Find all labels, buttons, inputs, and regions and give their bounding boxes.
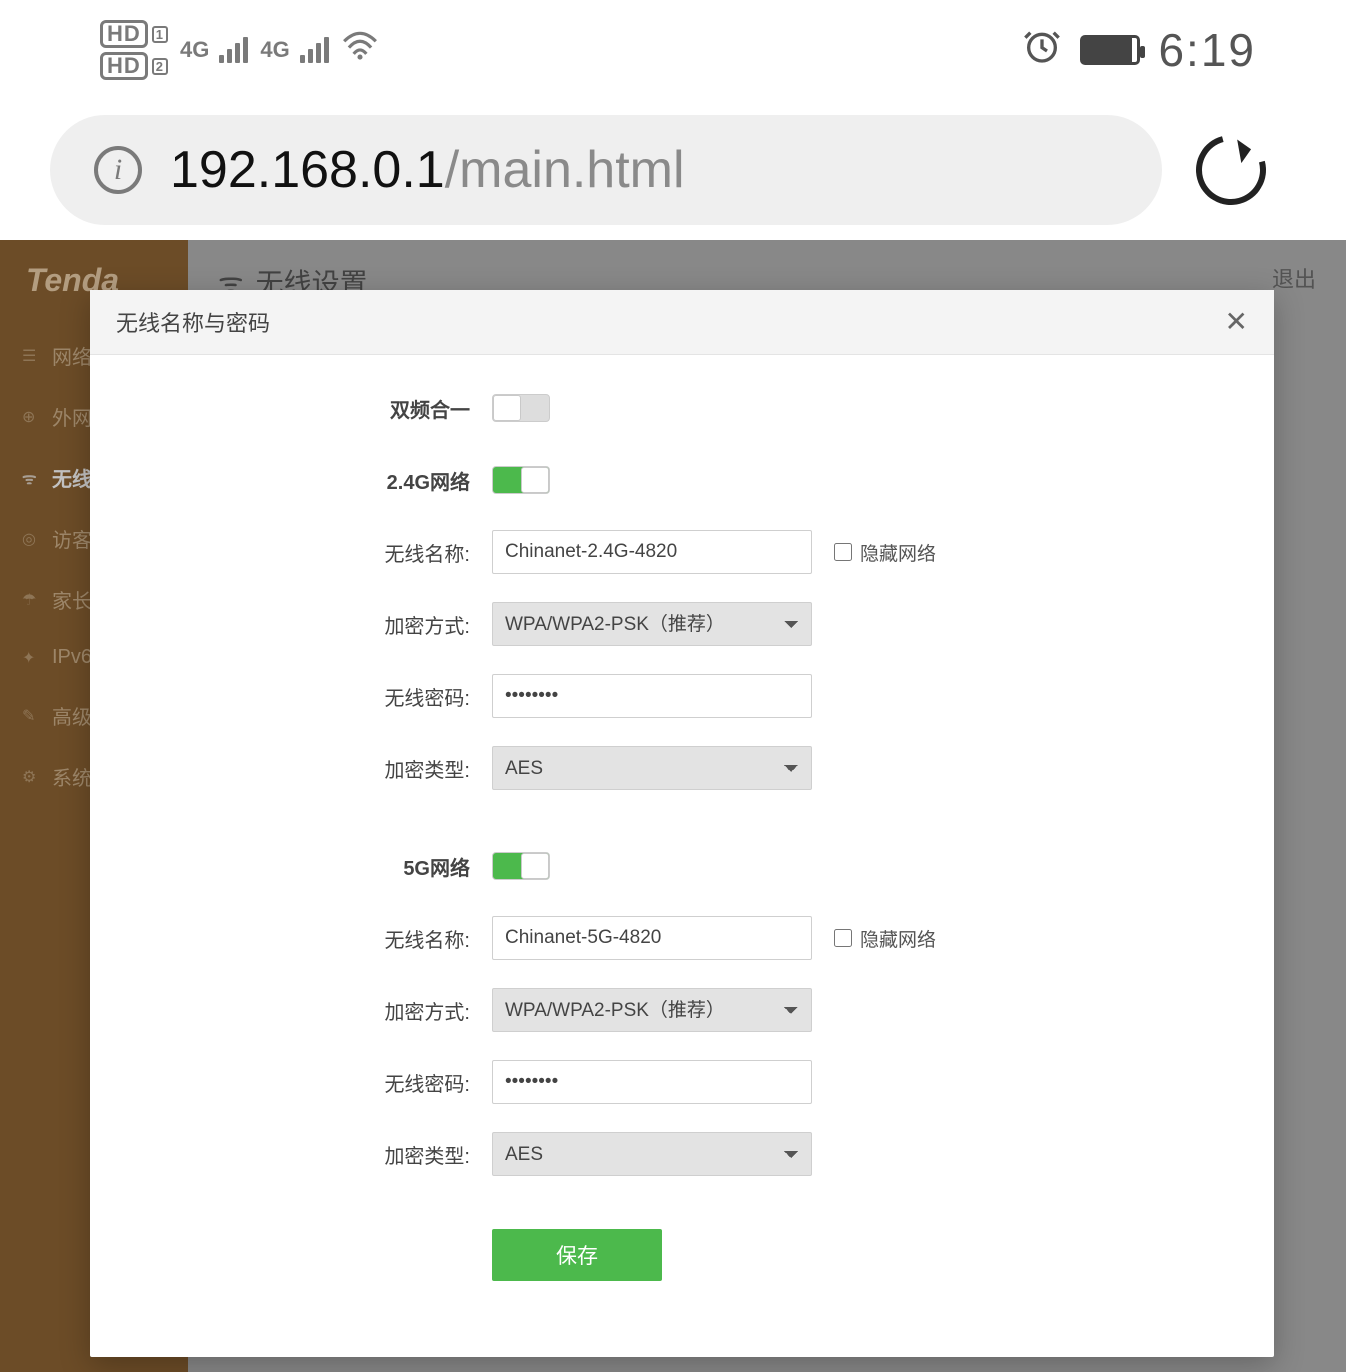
hide24-checkbox[interactable]: 隐藏网络 [834,539,936,566]
address-bar[interactable]: i 192.168.0.1/main.html [50,115,1162,225]
hd2-indicator: HD2 [100,52,168,80]
dualband-label: 双频合一 [130,394,470,423]
net24-toggle[interactable] [492,466,550,494]
hide24-checkbox-input[interactable] [834,543,852,561]
wireless-settings-modal: 无线名称与密码 ✕ 双频合一 2.4G网络 无线名称: 隐藏网络 [90,290,1274,1357]
modal-title: 无线名称与密码 [116,306,270,338]
net24-label: 2.4G网络 [130,466,470,495]
browser-address-row: i 192.168.0.1/main.html [0,100,1346,240]
password5-input[interactable] [492,1060,812,1104]
password24-label: 无线密码: [130,682,470,711]
modal-close-button[interactable]: ✕ [1225,308,1248,336]
dualband-toggle[interactable] [492,394,550,422]
enctype5-label: 加密类型: [130,1140,470,1169]
enctype24-label: 加密类型: [130,754,470,783]
enctype5-select[interactable]: AES [492,1132,812,1176]
net5-toggle[interactable] [492,852,550,880]
phone-status-bar: HD1 HD2 4G 4G [0,0,1346,100]
wifi-icon [341,31,379,69]
signal-1: 4G [180,37,248,63]
enctype24-select[interactable]: AES [492,746,812,790]
encmode24-select[interactable]: WPA/WPA2-PSK（推荐） [492,602,812,646]
site-info-icon[interactable]: i [94,146,142,194]
encmode5-select[interactable]: WPA/WPA2-PSK（推荐） [492,988,812,1032]
ssid5-label: 无线名称: [130,924,470,953]
status-clock: 6:19 [1158,23,1256,77]
password24-input[interactable] [492,674,812,718]
password5-label: 无线密码: [130,1068,470,1097]
hd1-indicator: HD1 [100,20,168,48]
hide5-checkbox-input[interactable] [834,929,852,947]
ssid24-label: 无线名称: [130,538,470,567]
battery-icon [1080,35,1140,65]
net5-label: 5G网络 [130,852,470,881]
alarm-icon [1022,26,1062,74]
hide5-checkbox[interactable]: 隐藏网络 [834,925,936,952]
encmode24-label: 加密方式: [130,610,470,639]
ssid5-input[interactable] [492,916,812,960]
reload-button[interactable] [1183,122,1279,218]
url-path: /main.html [445,141,685,199]
ssid24-input[interactable] [492,530,812,574]
close-icon: ✕ [1225,306,1248,337]
signal-2: 4G [260,37,328,63]
save-button[interactable]: 保存 [492,1229,662,1281]
encmode5-label: 加密方式: [130,996,470,1025]
url-host: 192.168.0.1 [170,141,445,199]
